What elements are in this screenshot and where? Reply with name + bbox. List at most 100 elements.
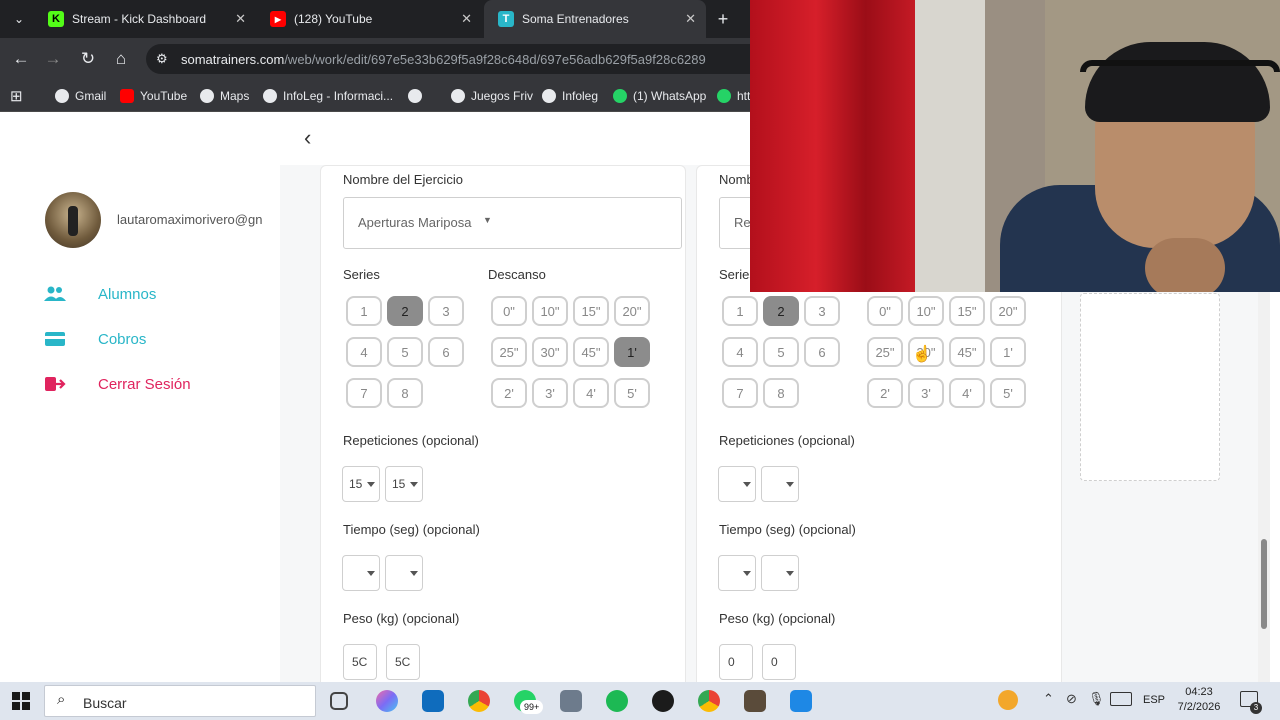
series-option[interactable]: 4 (722, 337, 758, 367)
series-option-selected[interactable]: 2 (763, 296, 799, 326)
reps-select[interactable]: 15 (385, 466, 423, 502)
avatar[interactable] (45, 192, 101, 248)
add-exercise-placeholder[interactable] (1080, 293, 1220, 481)
video-editor-icon[interactable] (744, 690, 766, 712)
tab-search-chevron-icon[interactable]: ⌄ (6, 6, 32, 32)
series-option[interactable]: 7 (346, 378, 382, 408)
rest-option[interactable]: 2' (867, 378, 903, 408)
series-option[interactable]: 7 (722, 378, 758, 408)
rest-option[interactable]: 4' (573, 378, 609, 408)
time-select[interactable] (761, 555, 799, 591)
bookmark-gmail[interactable]: Gmail (55, 80, 106, 112)
tab-soma[interactable]: T Soma Entrenadores ✕ (484, 0, 706, 38)
chevron-up-icon[interactable]: ⌃ (1043, 691, 1054, 707)
taskbar-search-box[interactable]: ⌕ Buscar (44, 685, 316, 717)
bookmark-whatsapp[interactable]: (1) WhatsApp (613, 80, 706, 112)
series-option[interactable]: 1 (722, 296, 758, 326)
rest-option[interactable]: 3' (532, 378, 568, 408)
language-indicator[interactable]: ESP (1143, 694, 1165, 706)
sidebar-item-alumnos[interactable]: Alumnos (44, 282, 156, 306)
rest-option[interactable]: 20" (990, 296, 1026, 326)
weight-input[interactable]: 5C (386, 644, 420, 680)
forward-icon[interactable]: → (40, 46, 66, 72)
spotify-icon[interactable] (606, 690, 628, 712)
rest-option[interactable]: 20" (614, 296, 650, 326)
bookmark-htt[interactable]: htt (717, 80, 750, 112)
home-icon[interactable]: ⌂ (108, 46, 134, 72)
series-option[interactable]: 5 (387, 337, 423, 367)
back-chevron-icon[interactable]: ‹ (304, 125, 311, 151)
task-view-icon[interactable] (330, 692, 348, 710)
site-info-icon[interactable]: ⚙ (156, 51, 168, 67)
rest-option[interactable]: 5' (990, 378, 1026, 408)
close-icon[interactable]: ✕ (685, 11, 696, 27)
rest-option[interactable]: 0" (867, 296, 903, 326)
rest-option[interactable]: 15" (573, 296, 609, 326)
windows-start-icon[interactable] (12, 692, 30, 710)
rest-option[interactable]: 10" (908, 296, 944, 326)
bookmark-juegos-friv[interactable]: Juegos Friv (451, 80, 533, 112)
rest-option[interactable]: 5' (614, 378, 650, 408)
rest-option[interactable]: 3' (908, 378, 944, 408)
exercise-name-select[interactable]: Aperturas Mariposa ▼ (343, 197, 682, 249)
reload-icon[interactable]: ↻ (75, 46, 101, 72)
series-option[interactable]: 3 (804, 296, 840, 326)
close-icon[interactable]: ✕ (461, 11, 472, 27)
weight-input[interactable]: 0 (762, 644, 796, 680)
bookmark-maps[interactable]: Maps (200, 80, 249, 112)
series-option[interactable]: 4 (346, 337, 382, 367)
time-select[interactable] (718, 555, 756, 591)
reps-select[interactable]: 15 (342, 466, 380, 502)
weather-moon-icon[interactable] (998, 690, 1018, 710)
rest-option[interactable]: 15" (949, 296, 985, 326)
rest-option[interactable]: 1' (990, 337, 1026, 367)
series-option[interactable]: 3 (428, 296, 464, 326)
rest-option[interactable]: 2' (491, 378, 527, 408)
obs-icon[interactable] (652, 690, 674, 712)
series-option[interactable]: 5 (763, 337, 799, 367)
apps-grid-icon[interactable]: ⊞ (10, 80, 23, 112)
series-option[interactable]: 1 (346, 296, 382, 326)
tab-youtube[interactable]: ▶ (128) YouTube ✕ (256, 0, 482, 38)
series-option-selected[interactable]: 2 (387, 296, 423, 326)
copilot-icon[interactable] (376, 690, 398, 712)
bookmark-infoleg[interactable]: Infoleg (542, 80, 598, 112)
series-option[interactable]: 6 (428, 337, 464, 367)
media-player-icon[interactable] (790, 690, 812, 712)
series-option[interactable]: 8 (387, 378, 423, 408)
tab-kick[interactable]: K Stream - Kick Dashboard ✕ (34, 0, 256, 38)
time-select[interactable] (342, 555, 380, 591)
rest-option[interactable]: 45" (573, 337, 609, 367)
bookmark-infoleg-info[interactable]: InfoLeg - Informaci... (263, 80, 393, 112)
back-icon[interactable]: ← (8, 46, 34, 72)
rest-option[interactable]: 25" (867, 337, 903, 367)
network-icon[interactable]: ⊘ (1066, 691, 1077, 707)
rest-option[interactable]: 10" (532, 296, 568, 326)
reps-select[interactable] (761, 466, 799, 502)
clock[interactable]: 04:23 7/2/2026 (1174, 685, 1224, 715)
rest-option[interactable]: 30" (532, 337, 568, 367)
bookmark-unnamed[interactable] (408, 80, 428, 112)
sidebar-item-cerrar-sesion[interactable]: Cerrar Sesión (44, 372, 191, 396)
weight-input[interactable]: 0 (719, 644, 753, 680)
rest-option[interactable]: 0" (491, 296, 527, 326)
bookmark-youtube[interactable]: YouTube (120, 80, 187, 112)
new-tab-button[interactable]: + (708, 0, 738, 38)
rest-option-selected[interactable]: 1' (614, 337, 650, 367)
microphone-icon[interactable]: 🎙 (1088, 691, 1105, 707)
weight-input[interactable]: 5C (343, 644, 377, 680)
chrome-profile-icon[interactable] (698, 690, 720, 712)
rest-option[interactable]: 25" (491, 337, 527, 367)
sidebar-item-cobros[interactable]: Cobros (44, 327, 146, 351)
rest-option[interactable]: 4' (949, 378, 985, 408)
reps-select[interactable] (718, 466, 756, 502)
keyboard-icon[interactable] (1110, 692, 1132, 706)
outlook-icon[interactable] (422, 690, 444, 712)
camera-icon[interactable] (560, 690, 582, 712)
chrome-icon[interactable] (468, 690, 490, 712)
scrollbar-thumb[interactable] (1261, 539, 1267, 629)
series-option[interactable]: 8 (763, 378, 799, 408)
time-select[interactable] (385, 555, 423, 591)
close-icon[interactable]: ✕ (235, 11, 246, 27)
rest-option[interactable]: 45" (949, 337, 985, 367)
